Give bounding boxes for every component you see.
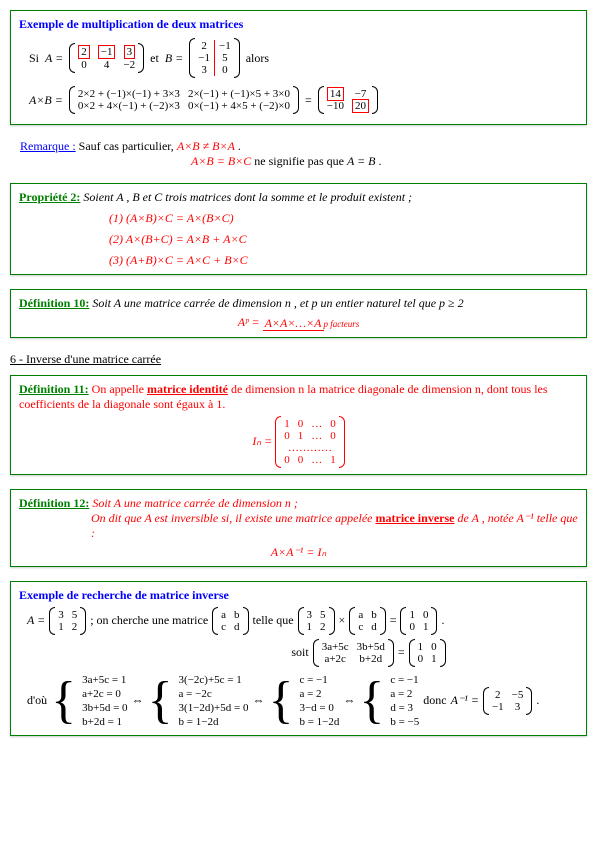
box3-intro: Soit A une matrice carrée de dimension n… — [92, 296, 463, 310]
si-label: Si — [29, 51, 39, 66]
box2-title: Propriété 2: — [19, 190, 80, 204]
matrix-expand: 2×2 + (−1)×(−1) + 3×32×(−1) + (−1)×5 + 3… — [69, 86, 299, 114]
box2-p3: (3) (A+B)×C = A×C + B×C — [109, 253, 578, 268]
sys3: c = −1a = 23−d = 0b = 1−2d — [299, 673, 339, 729]
sys4: c = −1a = 2d = 3b = −5 — [390, 673, 419, 729]
et-label: et — [150, 51, 159, 66]
box1-title: Exemple de multiplication de deux matric… — [19, 17, 578, 32]
box2-intro: Soient A , B et C trois matrices dont la… — [83, 190, 412, 204]
remark-l2: A×B = B×C — [191, 154, 251, 168]
box6-line2: soit 3a+5c3b+5da+2cb+2d = 1001 — [159, 639, 578, 667]
box5-l1: Soit A une matrice carrée de dimension n… — [92, 496, 298, 510]
box2-p2: (2) A×(B+C) = A×B + A×C — [109, 232, 578, 247]
definition11-box: Définition 11: On appelle matrice identi… — [10, 375, 587, 475]
box3-formula: Aᵖ = A×A×…×Ap facteurs — [19, 315, 578, 331]
example-inverse-box: Exemple de recherche de matrice inverse … — [10, 581, 587, 736]
box4-title: Définition 11: — [19, 382, 89, 396]
box4-identity: Iₙ = 10…0 01…0 ………… 00…1 — [19, 416, 578, 468]
definition10-box: Définition 10: Soit A une matrice carrée… — [10, 289, 587, 338]
box4-u1: matrice identité — [147, 382, 228, 396]
remark-l1b: A×B ≠ B×A — [177, 139, 235, 153]
box6-systems: d'où { 3a+5c = 1a+2c = 03b+5d = 0b+2d = … — [27, 673, 578, 729]
box2-p1: (1) (A×B)×C = A×(B×C) — [109, 211, 578, 226]
box6-title: Exemple de recherche de matrice inverse — [19, 588, 578, 603]
example-multiplication-box: Exemple de multiplication de deux matric… — [10, 10, 587, 125]
remark-label: Remarque : — [20, 139, 76, 153]
box1-line1: Si A = 2−13 04−2 et B = 2−1 −15 30 alors — [29, 38, 578, 78]
remark-dot1: . — [238, 139, 241, 153]
eq1: = — [305, 93, 312, 108]
matrix-a: 2−13 04−2 — [69, 43, 144, 73]
sys1: 3a+5c = 1a+2c = 03b+5d = 0b+2d = 1 — [82, 673, 127, 729]
alors-label: alors — [246, 51, 269, 66]
axb-label: A×B = — [29, 93, 63, 108]
property2-box: Propriété 2: Soient A , B et C trois mat… — [10, 183, 587, 275]
remark-l2b: ne signifie pas que — [254, 154, 347, 168]
definition12-box: Définition 12: Soit A une matrice carrée… — [10, 489, 587, 567]
box1-line2: A×B = 2×2 + (−1)×(−1) + 3×32×(−1) + (−1)… — [29, 86, 578, 114]
box5-title: Définition 12: — [19, 496, 89, 510]
remark-l2c: A = B — [347, 154, 376, 168]
matrix-b: 2−1 −15 30 — [189, 38, 239, 78]
box4-l1: On appelle — [92, 382, 147, 396]
box5-line2: On dit que A est inversible si, il exist… — [91, 511, 578, 541]
remark-l1a: Sauf cas particulier, — [79, 139, 177, 153]
box6-line1: A = 3512 ; on cherche une matrice abcd t… — [27, 607, 578, 635]
remark-dot2: . — [379, 154, 382, 168]
section-6-heading: 6 - Inverse d'une matrice carrée — [10, 352, 587, 367]
remark-block: Remarque : Sauf cas particulier, A×B ≠ B… — [20, 139, 577, 169]
box3-title: Définition 10: — [19, 296, 89, 310]
matrix-result: 14−7 −1020 — [318, 86, 378, 114]
a-eq: A = — [45, 51, 63, 66]
box5-eq: A×A⁻¹ = Iₙ — [19, 545, 578, 560]
sys2: 3(−2c)+5c = 1a = −2c3(1−2d)+5d = 0b = 1−… — [179, 673, 249, 729]
b-eq: B = — [165, 51, 183, 66]
